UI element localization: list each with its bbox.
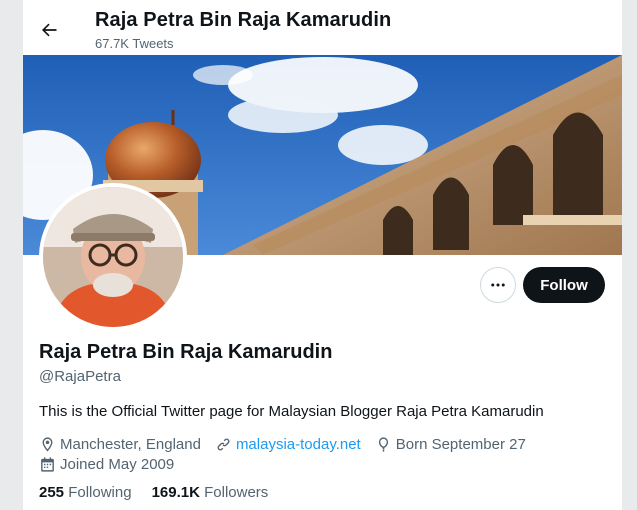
meta-row-1: Manchester, England malaysia-today.net B… [39, 434, 609, 454]
tweet-count: 67.7K Tweets [95, 36, 174, 51]
follow-button[interactable]: Follow [523, 267, 605, 303]
calendar-icon [41, 456, 54, 472]
birthday-text: Born September 27 [395, 435, 526, 453]
location-item: Manchester, England [39, 436, 201, 453]
more-options-button[interactable] [480, 267, 516, 303]
avatar-photo [43, 187, 183, 327]
website-link[interactable]: malaysia-today.net [236, 436, 361, 453]
followers-count: 169.1K [151, 484, 200, 501]
following-link[interactable]: 255 Following [39, 484, 132, 501]
meta-row-2: Joined May 2009 [39, 454, 609, 474]
joined-text: Joined May 2009 [60, 455, 175, 473]
website-item[interactable]: malaysia-today.net [215, 436, 361, 453]
following-label: Following [68, 484, 132, 501]
link-icon [217, 437, 230, 451]
header-title: Raja Petra Bin Raja Kamarudin [95, 9, 392, 31]
birthday-item: Born September 27 [375, 436, 526, 453]
profile-header: Raja Petra Bin Raja Kamarudin 67.7K Twee… [23, 0, 622, 55]
balloon-icon [378, 436, 388, 452]
profile-avatar[interactable] [39, 183, 187, 331]
profile-meta: Manchester, England malaysia-today.net B… [39, 434, 609, 474]
location-text: Manchester, England [60, 435, 201, 453]
location-pin-icon [42, 436, 53, 452]
profile-stats: 255 Following 169.1K Followers [39, 484, 288, 501]
joined-item: Joined May 2009 [39, 456, 174, 473]
following-count: 255 [39, 484, 65, 501]
back-arrow-icon[interactable] [39, 20, 59, 40]
more-dots-icon [491, 283, 505, 287]
page: Raja Petra Bin Raja Kamarudin 67.7K Twee… [0, 0, 637, 510]
profile-bio: This is the Official Twitter page for Ma… [39, 403, 544, 420]
profile-handle: @RajaPetra [39, 368, 121, 385]
followers-link[interactable]: 169.1K Followers [152, 484, 269, 501]
profile-name: Raja Petra Bin Raja Kamarudin [39, 341, 333, 363]
followers-label: Followers [204, 484, 269, 501]
profile-column: Raja Petra Bin Raja Kamarudin 67.7K Twee… [23, 0, 622, 510]
